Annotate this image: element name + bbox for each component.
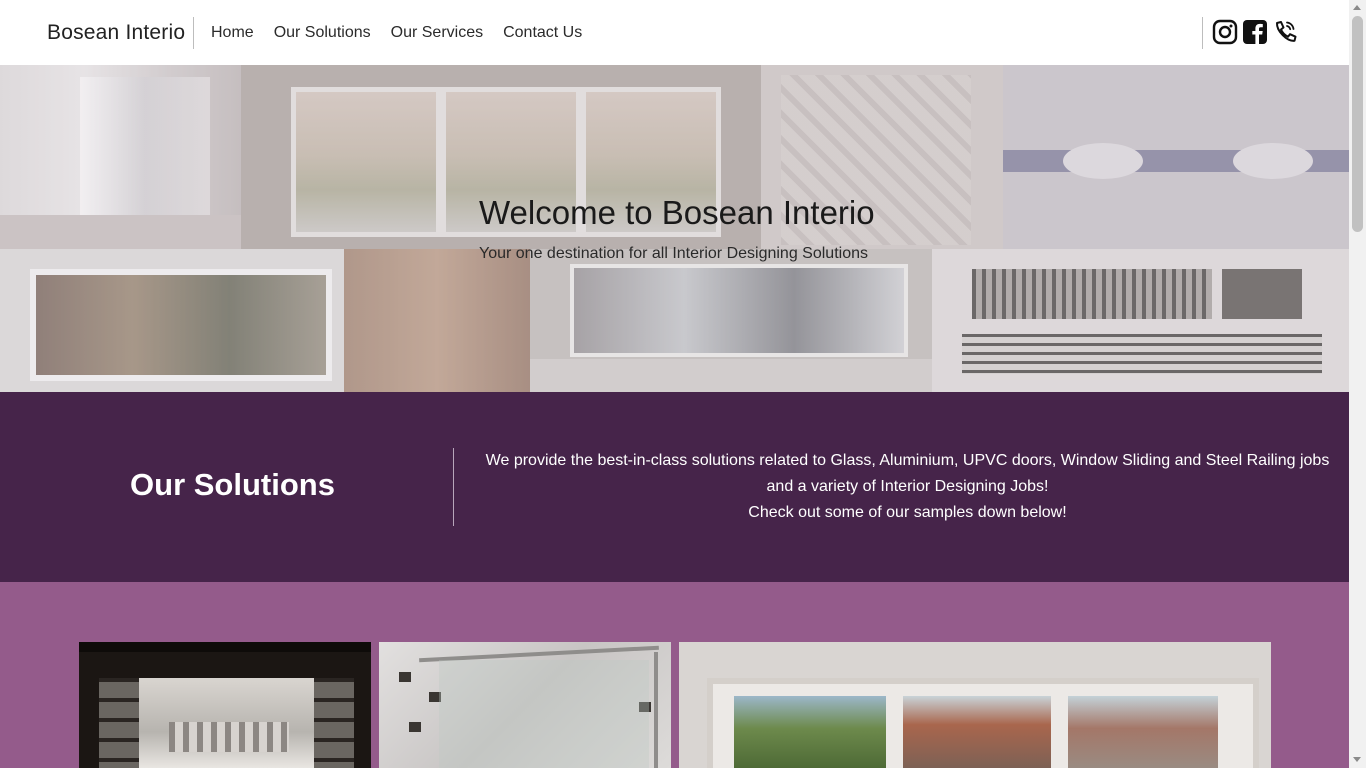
solutions-line: We provide the best-in-class solutions r… — [485, 452, 1330, 469]
instagram-icon[interactable] — [1212, 18, 1238, 46]
nav-link-our-solutions[interactable]: Our Solutions — [274, 24, 371, 42]
nav-link-contact-us[interactable]: Contact Us — [503, 24, 582, 42]
hero-subtitle: Your one destination for all Interior De… — [479, 245, 868, 262]
scroll-up-arrow-icon[interactable] — [1353, 5, 1361, 10]
solutions-line: and a variety of Interior Designing Jobs… — [766, 478, 1049, 495]
brand-divider — [193, 17, 194, 49]
page-scrollbar[interactable] — [1349, 0, 1366, 768]
phone-icon[interactable] — [1272, 18, 1298, 46]
gallery-image-upvc-window[interactable] — [679, 642, 1271, 768]
navbar: Bosean Interio Home Our Solutions Our Se… — [0, 0, 1349, 66]
hero-title: Welcome to Bosean Interio — [479, 194, 875, 231]
solutions-divider — [453, 448, 454, 526]
social-divider — [1202, 17, 1203, 49]
page: Bosean Interio Home Our Solutions Our Se… — [0, 0, 1349, 768]
social-links — [1212, 18, 1298, 46]
solutions-description: We provide the best-in-class solutions r… — [466, 448, 1349, 526]
solutions-line: Check out some of our samples down below… — [748, 504, 1067, 521]
facebook-icon[interactable] — [1242, 18, 1268, 46]
samples-gallery — [0, 582, 1349, 768]
gallery-image-steel-railing[interactable] — [379, 642, 671, 768]
brand-logo[interactable]: Bosean Interio — [47, 21, 185, 45]
hero-banner: Welcome to Bosean Interio Your one desti… — [0, 65, 1349, 392]
nav-link-home[interactable]: Home — [211, 24, 254, 42]
main-nav: Home Our Solutions Our Services Contact … — [211, 24, 582, 42]
gallery-image-steel-grill-door[interactable] — [79, 642, 371, 768]
solutions-heading: Our Solutions — [130, 467, 335, 502]
solutions-section: Our Solutions We provide the best-in-cla… — [0, 392, 1349, 582]
nav-link-our-services[interactable]: Our Services — [391, 24, 483, 42]
scrollbar-thumb[interactable] — [1352, 16, 1363, 232]
scroll-down-arrow-icon[interactable] — [1353, 757, 1361, 762]
